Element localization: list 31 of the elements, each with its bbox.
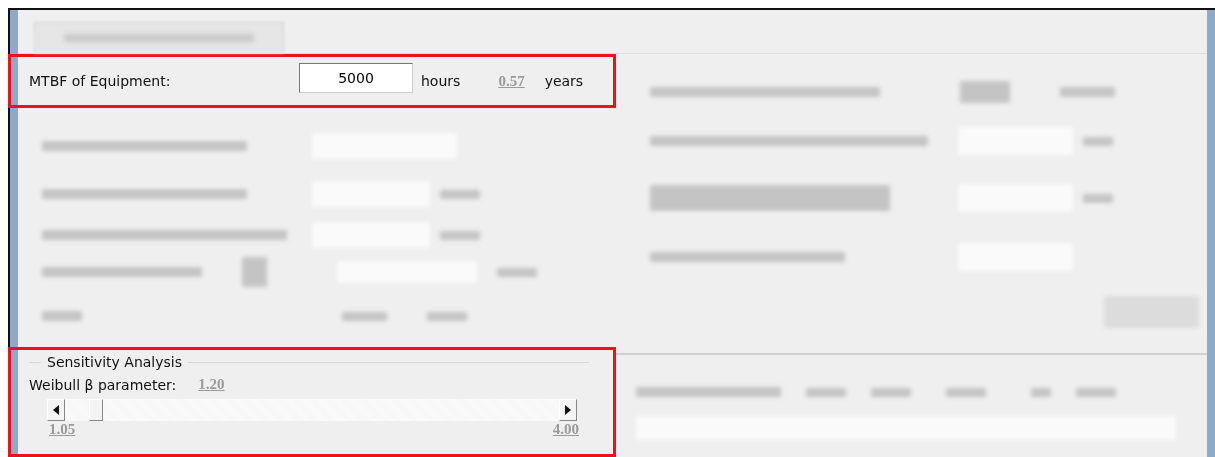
blurred-text <box>440 230 480 240</box>
years-value: 0.57 <box>498 72 525 90</box>
left-arrow-icon <box>53 405 59 415</box>
field-label: MTBF of Equipment: <box>29 73 172 89</box>
blurred-text <box>1076 387 1116 397</box>
blurred-text <box>806 387 846 397</box>
scroll-right-button[interactable] <box>559 399 577 421</box>
blurred-text <box>871 387 911 397</box>
mtbf-input[interactable]: 5000 <box>299 63 413 93</box>
blurred-text <box>946 387 986 397</box>
group-title: Sensitivity Analysis <box>47 354 183 370</box>
parameter-label: Weibull β parameter: <box>29 376 177 393</box>
unit-label: hours <box>421 73 461 89</box>
right-arrow-icon <box>565 405 571 415</box>
parameter-value: 1.20 <box>198 376 225 393</box>
blurred-text <box>960 81 1010 103</box>
unit-label: years <box>544 73 584 89</box>
blurred-text <box>242 257 267 287</box>
blurred-text <box>342 311 387 321</box>
blurred-text <box>1083 136 1113 146</box>
blurred-text <box>427 311 467 321</box>
blurred-text <box>1060 87 1115 97</box>
min-value: 1.05 <box>49 421 76 438</box>
max-value: 4.00 <box>552 421 579 438</box>
blurred-text <box>497 267 537 277</box>
blurred-text <box>1031 387 1051 397</box>
blurred-text <box>42 311 82 321</box>
scroll-left-button[interactable] <box>47 399 65 421</box>
slider-thumb[interactable] <box>89 399 103 421</box>
blurred-text <box>440 189 480 199</box>
blurred-text <box>1083 193 1113 203</box>
